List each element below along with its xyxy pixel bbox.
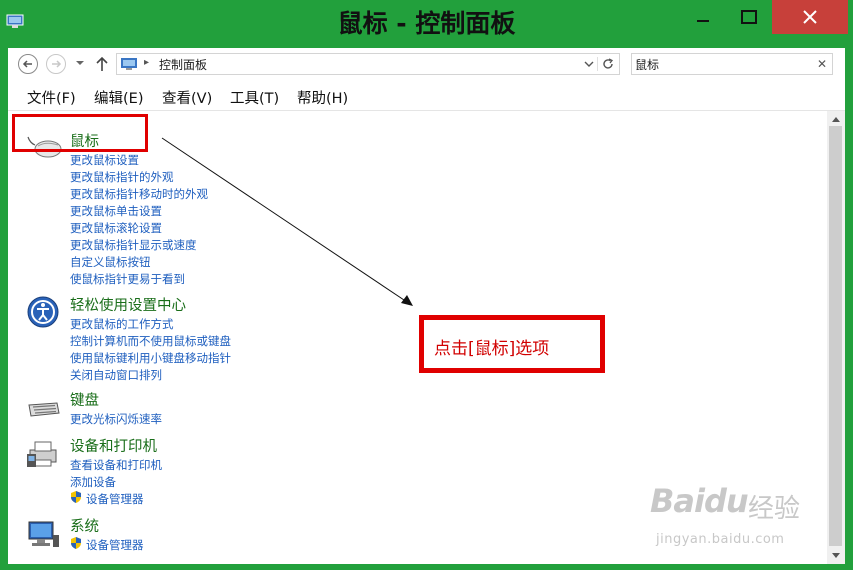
address-bar-row: ▸ 控制面板 ✕ — [8, 48, 845, 81]
search-box[interactable]: ✕ — [631, 53, 833, 75]
recent-locations-dropdown-icon[interactable] — [74, 57, 86, 69]
result-title-keyboard[interactable]: 键盘 — [70, 389, 99, 410]
minimize-button[interactable] — [680, 0, 726, 34]
menu-help[interactable]: 帮助(H) — [297, 87, 348, 108]
watermark-text: 经验 — [748, 494, 801, 524]
result-link[interactable]: 添加设备 — [70, 474, 116, 490]
result-link[interactable]: 查看设备和打印机 — [70, 457, 162, 473]
result-link[interactable]: 更改鼠标指针显示或速度 — [70, 237, 197, 253]
breadcrumb-control-panel[interactable]: 控制面板 — [159, 56, 207, 73]
watermark-url: jingyan.baidu.com — [656, 532, 785, 547]
result-link[interactable]: 自定义鼠标按钮 — [70, 254, 151, 270]
menu-tools[interactable]: 工具(T) — [230, 87, 279, 108]
search-input[interactable] — [635, 56, 805, 72]
uac-shield-icon — [71, 491, 81, 503]
address-dropdown-icon[interactable] — [583, 59, 595, 69]
address-field[interactable]: ▸ 控制面板 — [116, 53, 620, 75]
devices-printers-icon — [27, 441, 57, 467]
annotation-text: 点击[鼠标]选项 — [434, 339, 550, 359]
menu-bar: 文件(F) 编辑(E) 查看(V) 工具(T) 帮助(H) — [8, 82, 845, 111]
keyboard-icon — [28, 402, 60, 417]
result-link[interactable]: 更改鼠标滚轮设置 — [70, 220, 162, 236]
refresh-icon[interactable] — [597, 57, 615, 71]
result-link[interactable]: 更改鼠标指针移动时的外观 — [70, 186, 208, 202]
system-icon — [28, 521, 59, 547]
close-button[interactable] — [772, 0, 848, 34]
result-link[interactable]: 更改鼠标设置 — [70, 152, 139, 168]
result-link[interactable]: 设备管理器 — [86, 537, 144, 553]
result-link[interactable]: 更改鼠标单击设置 — [70, 203, 162, 219]
maximize-button[interactable] — [726, 0, 772, 34]
maximize-icon — [741, 10, 757, 24]
annotation-highlight-box — [12, 114, 148, 152]
annotation-callout: 点击[鼠标]选项 — [419, 315, 605, 373]
uac-shield-icon — [71, 537, 81, 549]
control-panel-icon — [121, 58, 137, 70]
result-title-devices-printers[interactable]: 设备和打印机 — [70, 435, 157, 456]
breadcrumb-chevron-icon[interactable]: ▸ — [144, 57, 149, 68]
result-link[interactable]: 使鼠标指针更易于看到 — [70, 271, 185, 287]
forward-button[interactable] — [46, 54, 66, 74]
result-link[interactable]: 控制计算机而不使用鼠标或键盘 — [70, 333, 231, 349]
result-title-system[interactable]: 系统 — [70, 515, 99, 536]
clear-search-icon[interactable]: ✕ — [817, 57, 827, 71]
scroll-up-icon[interactable] — [832, 116, 840, 122]
up-arrow-icon[interactable] — [94, 55, 110, 73]
result-title-ease-of-access[interactable]: 轻松使用设置中心 — [70, 294, 186, 315]
result-link[interactable]: 更改鼠标指针的外观 — [70, 169, 174, 185]
back-button[interactable] — [18, 54, 38, 74]
menu-file[interactable]: 文件(F) — [27, 87, 76, 108]
menu-view[interactable]: 查看(V) — [162, 87, 212, 108]
result-link[interactable]: 更改鼠标的工作方式 — [70, 316, 174, 332]
close-icon — [803, 10, 817, 24]
result-link[interactable]: 设备管理器 — [86, 491, 144, 507]
title-bar: 鼠标 - 控制面板 — [0, 0, 853, 48]
result-link[interactable]: 更改光标闪烁速率 — [70, 411, 162, 427]
minimize-icon — [697, 20, 709, 22]
forward-arrow-icon — [52, 60, 62, 68]
result-link[interactable]: 使用鼠标键利用小键盘移动指针 — [70, 350, 231, 366]
result-link[interactable]: 关闭自动窗口排列 — [70, 367, 162, 383]
back-arrow-icon — [22, 60, 32, 68]
ease-of-access-icon — [27, 296, 59, 328]
baidu-jingyan-watermark: Baidu 经验 jingyan.baidu.com — [650, 482, 845, 562]
menu-edit[interactable]: 编辑(E) — [94, 87, 143, 108]
watermark-logo: Baidu — [650, 482, 749, 520]
